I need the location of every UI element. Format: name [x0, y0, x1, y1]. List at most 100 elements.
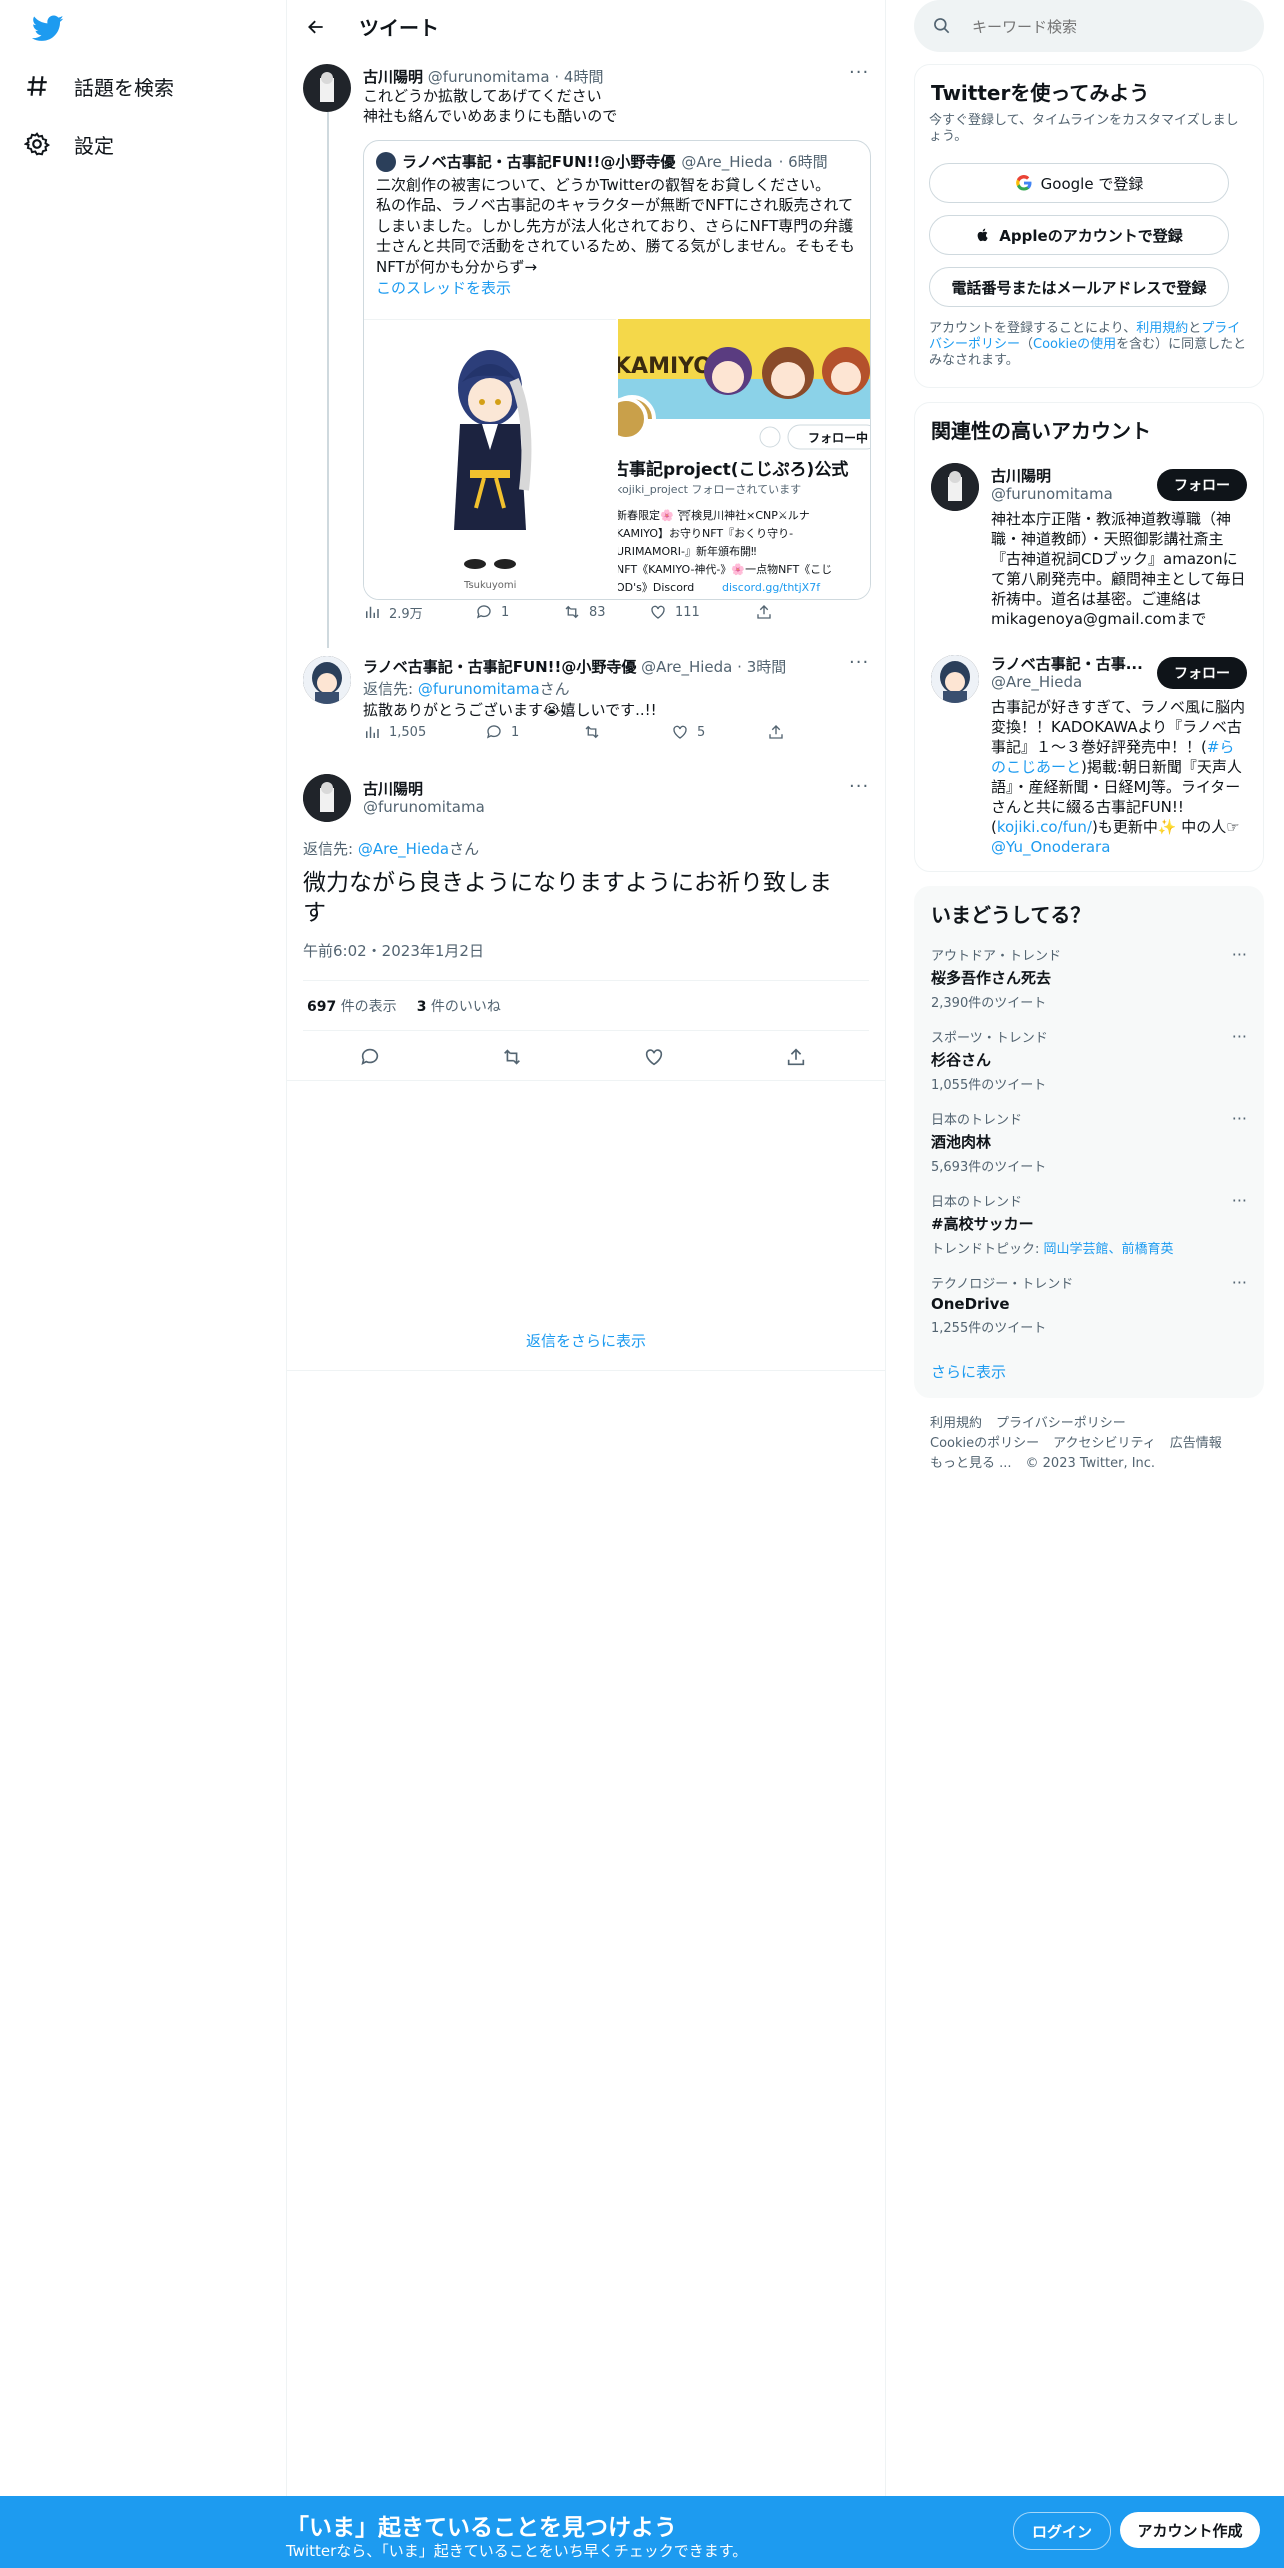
footer-more-link[interactable]: もっと見る ... [930, 1456, 1012, 1471]
divider [303, 980, 869, 981]
nav-settings[interactable]: 設定 [24, 120, 114, 168]
google-signup-button[interactable]: Google で登録 [929, 163, 1229, 203]
quote-tweet[interactable]: ラノベ古事記・古事記FUN!!@小野寺優 @Are_Hieda · 6時間 二次… [363, 140, 871, 600]
show-thread-link[interactable]: このスレッドを表示 [376, 277, 511, 298]
footer-privacy-link[interactable]: プライバシーポリシー [996, 1416, 1126, 1431]
trend-item[interactable]: テクノロジー・トレンド OneDrive 1,255件のツイート ··· [931, 1273, 1247, 1336]
footer-cookie-link[interactable]: Cookieのポリシー [930, 1436, 1039, 1451]
retweet-button[interactable]: 83 [563, 603, 606, 621]
more-icon[interactable]: ··· [1232, 1027, 1247, 1046]
views-button[interactable]: 1,505 [363, 723, 426, 741]
signup-card-title: Twitterを使ってみよう [931, 81, 1150, 105]
trend-item[interactable]: 日本のトレンド 酒池肉林 5,693件のツイート ··· [931, 1109, 1247, 1175]
reply-button[interactable]: 1 [485, 723, 519, 741]
more-icon[interactable]: ··· [1232, 1191, 1247, 1210]
more-icon[interactable]: ··· [849, 652, 869, 673]
phone-email-signup-button[interactable]: 電話番号またはメールアドレスで登録 [929, 267, 1229, 307]
share-icon[interactable] [785, 1046, 807, 1068]
reply-to-link[interactable]: @furunomitama [418, 680, 540, 698]
divider [287, 1080, 885, 1081]
account-handle[interactable]: @Are_Hieda [991, 673, 1082, 691]
arrow-left-icon [308, 20, 323, 34]
timestamp[interactable]: · 4時間 [554, 68, 603, 86]
bio-mention-link[interactable]: @Yu_Onoderara [991, 838, 1110, 856]
like-count: 5 [697, 724, 706, 740]
apple-signup-button[interactable]: Appleのアカウントで登録 [929, 215, 1229, 255]
bottom-signup-bar: 「いま」起きていることを見つけよう Twitterなら、「いま」起きていることを… [0, 2496, 1284, 2568]
like-count: 111 [675, 604, 700, 620]
footer-accessibility-link[interactable]: アクセシビリティ [1053, 1436, 1156, 1451]
search-input[interactable] [970, 14, 1254, 40]
avatar[interactable] [303, 774, 351, 822]
search-bar[interactable] [914, 0, 1264, 52]
more-icon[interactable]: ··· [849, 62, 869, 83]
show-more-replies-link[interactable]: 返信をさらに表示 [287, 1330, 885, 1351]
avatar[interactable] [931, 463, 979, 511]
avatar[interactable] [303, 656, 351, 704]
reply-to-link[interactable]: @Are_Hieda [358, 840, 449, 858]
share-icon [757, 605, 771, 619]
avatar[interactable] [931, 655, 979, 703]
follow-button[interactable]: フォロー [1157, 469, 1247, 501]
legal-text: と [1188, 321, 1202, 336]
display-name[interactable]: ラノベ古事記・古事記FUN!!@小野寺優 [363, 658, 636, 676]
trend-item[interactable]: アウトドア・トレンド 桜多吾作さん死去 2,390件のツイート ··· [931, 945, 1247, 1011]
chart-icon [366, 606, 379, 618]
more-icon[interactable]: ··· [1232, 1109, 1247, 1128]
avatar[interactable] [303, 64, 351, 112]
signup-card-subtitle: 今すぐ登録して、タイムラインをカスタマイズしまし ょう。 [929, 113, 1249, 145]
account-name[interactable]: ラノベ古事記・古事... [991, 653, 1143, 674]
terms-link[interactable]: 利用規約 [1136, 321, 1188, 336]
quote-image-character[interactable]: Tsukuyomi [364, 319, 616, 599]
retweet-button[interactable] [583, 723, 601, 741]
retweet-icon[interactable] [501, 1046, 523, 1068]
like-button[interactable]: 111 [649, 603, 700, 621]
timestamp[interactable]: · 3時間 [737, 658, 786, 676]
trend-count: 1,255件のツイート [931, 1321, 1047, 1336]
footer-terms-link[interactable]: 利用規約 [930, 1416, 982, 1431]
trends-show-more-link[interactable]: さらに表示 [931, 1361, 1006, 1382]
handle[interactable]: @furunomitama [428, 68, 550, 86]
views-count: 697 [307, 999, 337, 1015]
display-name[interactable]: 古川陽明 [363, 68, 423, 86]
profile-bio-line: URIMAMORI-』新年頒布開‼ [618, 544, 756, 558]
quote-text: 二次創作の被害について、どうかTwitterの叡智をお貸しください。 私の作品、… [376, 175, 862, 277]
twitter-logo-icon[interactable] [32, 12, 64, 44]
trend-count: 1,055件のツイート [931, 1078, 1047, 1093]
tweet-header: ラノベ古事記・古事記FUN!!@小野寺優 @Are_Hieda · 3時間 [363, 656, 786, 677]
likes-stat[interactable]: 3 件のいいね [417, 996, 501, 1016]
reply-icon[interactable] [359, 1046, 381, 1068]
account-name[interactable]: 古川陽明 [991, 465, 1051, 486]
trend-category: 日本のトレンド [931, 1113, 1023, 1128]
signup-button[interactable]: アカウント作成 [1120, 2512, 1260, 2548]
login-button[interactable]: ログイン [1013, 2512, 1111, 2550]
reply-count: 1 [501, 604, 510, 620]
views-button[interactable]: 2.9万 [363, 603, 423, 622]
trend-item[interactable]: スポーツ・トレンド 杉谷さん 1,055件のツイート ··· [931, 1027, 1247, 1093]
like-button[interactable]: 5 [671, 723, 705, 741]
reply-button[interactable]: 1 [475, 603, 509, 621]
trend-topic-links[interactable]: 岡山学芸館、前橋育英 [1044, 1242, 1174, 1257]
quote-image-profile[interactable]: KAMIYO フォロー中 古事記project(こじぷろ)公式 kojiki_p… [618, 319, 870, 599]
more-icon[interactable]: ··· [849, 776, 869, 797]
main-tweet-timestamp[interactable]: 午前6:02・2023年1月2日 [303, 940, 484, 961]
handle[interactable]: @Are_Hieda [641, 658, 732, 676]
more-icon[interactable]: ··· [1232, 945, 1247, 964]
share-button[interactable] [767, 723, 785, 741]
follow-button[interactable]: フォロー [1157, 657, 1247, 689]
trend-name: 桜多吾作さん死去 [931, 969, 1052, 987]
share-button[interactable] [755, 603, 773, 621]
trend-item[interactable]: 日本のトレンド #高校サッカー トレンドトピック: 岡山学芸館、前橋育英 ··· [931, 1191, 1247, 1257]
display-name[interactable]: 古川陽明 [363, 780, 423, 798]
nav-explore[interactable]: 話題を検索 [24, 62, 174, 110]
more-icon[interactable]: ··· [1232, 1273, 1247, 1292]
heart-icon[interactable] [643, 1046, 665, 1068]
back-button[interactable] [301, 12, 331, 42]
google-signup-label: Google で登録 [1040, 174, 1144, 193]
footer-ads-link[interactable]: 広告情報 [1170, 1436, 1222, 1451]
bio-url-link[interactable]: kojiki.co/fun/ [997, 818, 1092, 836]
handle[interactable]: @furunomitama [363, 798, 485, 816]
views-stat[interactable]: 697 件の表示 [307, 996, 397, 1016]
account-handle[interactable]: @furunomitama [991, 485, 1113, 503]
cookie-link[interactable]: Cookieの使用 [1033, 337, 1116, 352]
